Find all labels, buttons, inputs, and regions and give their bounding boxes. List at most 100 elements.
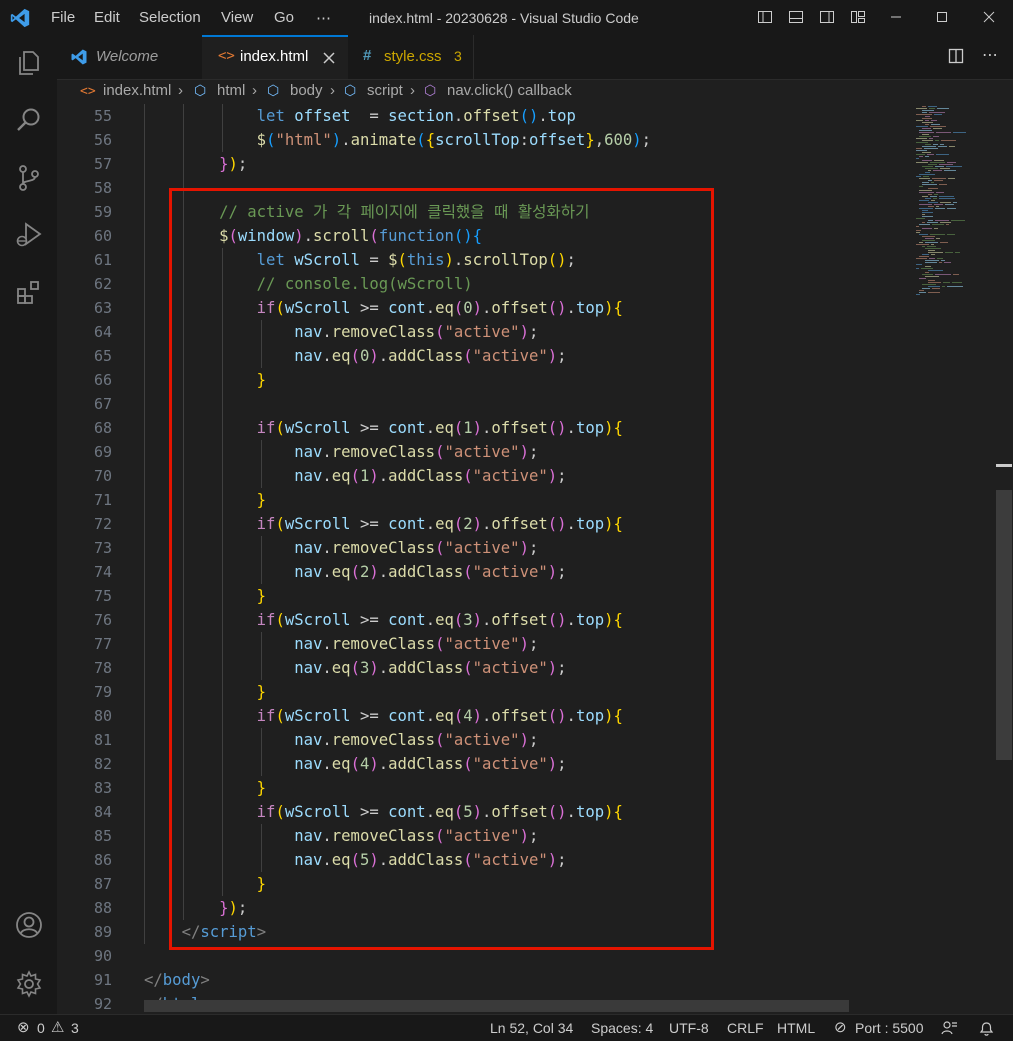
minimap-line: [919, 278, 926, 279]
line-number: 82: [93, 755, 112, 773]
split-editor-icon[interactable]: [947, 47, 965, 65]
line-number: 73: [93, 539, 112, 557]
line-number: 85: [93, 827, 112, 845]
scrollbar-thumb[interactable]: [996, 490, 1012, 760]
code-token: offset: [294, 107, 351, 125]
menu-selection[interactable]: Selection: [139, 9, 201, 26]
minimap-line: [919, 224, 930, 225]
error-count[interactable]: 0: [37, 1020, 45, 1036]
warning-icon[interactable]: ⚠: [51, 1018, 64, 1036]
code-token: .: [453, 107, 464, 125]
minimap-line: [916, 230, 921, 231]
minimize-icon[interactable]: [887, 8, 905, 26]
title-bar: File Edit Selection View Go ⋯ index.html…: [0, 0, 1013, 35]
source-control-icon[interactable]: [14, 163, 44, 193]
line-number: 65: [93, 347, 112, 365]
breadcrumb: <> index.html › ⬡ html › ⬡ body › ⬡ scri…: [57, 80, 1013, 104]
minimap-line: [939, 164, 953, 165]
encoding[interactable]: UTF-8: [669, 1020, 709, 1036]
line-number: 69: [93, 443, 112, 461]
breadcrumb-item-callback[interactable]: nav.click() callback: [447, 82, 572, 99]
warning-count[interactable]: 3: [71, 1020, 79, 1036]
minimap-line: [922, 210, 928, 211]
minimap-line: [948, 178, 955, 179]
tab-welcome[interactable]: Welcome: [57, 35, 203, 79]
accounts-icon[interactable]: [14, 910, 44, 940]
minimap-line: [935, 274, 951, 275]
minimap-line: [941, 140, 956, 141]
line-number: 70: [93, 467, 112, 485]
language-mode[interactable]: HTML: [777, 1020, 815, 1036]
notifications-bell-icon[interactable]: [978, 1020, 995, 1037]
minimap-line: [922, 216, 933, 217]
minimap-line: [931, 124, 940, 125]
minimap-line: [922, 240, 935, 241]
code-line[interactable]: $("html").animate({scrollTop:offset},600…: [144, 128, 651, 152]
indentation[interactable]: Spaces: 4: [591, 1020, 653, 1036]
breadcrumb-item-file[interactable]: index.html: [103, 82, 171, 99]
minimap-line: [919, 256, 929, 257]
code-token: 600: [604, 131, 633, 149]
minimap-line: [919, 242, 923, 243]
search-icon[interactable]: [14, 105, 44, 135]
tab-style-css[interactable]: # style.css 3: [348, 35, 474, 79]
code-token: =: [350, 107, 389, 125]
menu-edit[interactable]: Edit: [94, 9, 120, 26]
end-of-line[interactable]: CRLF: [727, 1020, 764, 1036]
minimap-line: [916, 148, 922, 149]
settings-gear-icon[interactable]: [14, 969, 44, 999]
line-number: 67: [93, 395, 112, 413]
line-number: 80: [93, 707, 112, 725]
line-number: 90: [93, 947, 112, 965]
menu-file[interactable]: File: [51, 9, 75, 26]
extensions-icon[interactable]: [14, 278, 44, 308]
minimap-line: [919, 156, 923, 157]
minimap-line: [922, 146, 936, 147]
minimap-line: [916, 126, 928, 127]
error-icon[interactable]: ⊗: [17, 1018, 30, 1036]
code-token: ): [331, 131, 342, 149]
breadcrumb-item-body[interactable]: body: [290, 82, 323, 99]
minimap-line: [929, 112, 945, 113]
more-actions-icon[interactable]: ⋯: [982, 45, 998, 64]
minimap-line: [925, 198, 931, 199]
toggle-panel-icon[interactable]: [788, 9, 804, 25]
feedback-icon[interactable]: [941, 1020, 958, 1037]
minimap-line: [925, 120, 929, 121]
minimap-line: [919, 192, 934, 193]
menu-view[interactable]: View: [221, 9, 253, 26]
toggle-secondary-sidebar-icon[interactable]: [819, 9, 835, 25]
minimap-line: [953, 132, 966, 133]
code-line[interactable]: let offset = section.offset().top: [144, 104, 576, 128]
horizontal-scrollbar[interactable]: [144, 1000, 849, 1012]
code-editor[interactable]: 55 56 57 58 59 60 61 62 63 64 65 66 67 68 69 70 71 72 73 74…: [57, 104, 1013, 1014]
minimap-line: [936, 154, 949, 155]
customize-layout-icon[interactable]: [850, 9, 866, 25]
symbol-icon: ⬡: [344, 82, 357, 98]
vertical-scrollbar[interactable]: [996, 104, 1012, 1014]
menu-go[interactable]: Go: [274, 9, 294, 26]
close-window-icon[interactable]: [980, 8, 998, 26]
tab-index-html[interactable]: <> index.html: [202, 35, 348, 79]
live-server-icon[interactable]: ⊘: [834, 1018, 847, 1036]
line-number: 84: [93, 803, 112, 821]
live-server-port[interactable]: Port : 5500: [855, 1020, 924, 1036]
cursor-position[interactable]: Ln 52, Col 34: [490, 1020, 573, 1036]
menu-more[interactable]: ⋯: [316, 9, 331, 27]
minimap-line: [922, 122, 933, 123]
minimap[interactable]: [912, 104, 997, 1014]
run-debug-icon[interactable]: [14, 220, 44, 250]
minimap-line: [928, 250, 935, 251]
minimap-line: [930, 126, 946, 127]
code-line[interactable]: });: [144, 152, 247, 176]
minimap-line: [919, 186, 923, 187]
toggle-primary-sidebar-icon[interactable]: [757, 9, 773, 25]
breadcrumb-item-html[interactable]: html: [217, 82, 245, 99]
maximize-icon[interactable]: [933, 8, 951, 26]
explorer-icon[interactable]: [14, 48, 44, 78]
minimap-line: [935, 208, 945, 209]
minimap-line: [916, 114, 932, 115]
close-tab-icon[interactable]: [322, 51, 336, 65]
code-line[interactable]: </body>: [144, 968, 210, 992]
breadcrumb-item-script[interactable]: script: [367, 82, 403, 99]
